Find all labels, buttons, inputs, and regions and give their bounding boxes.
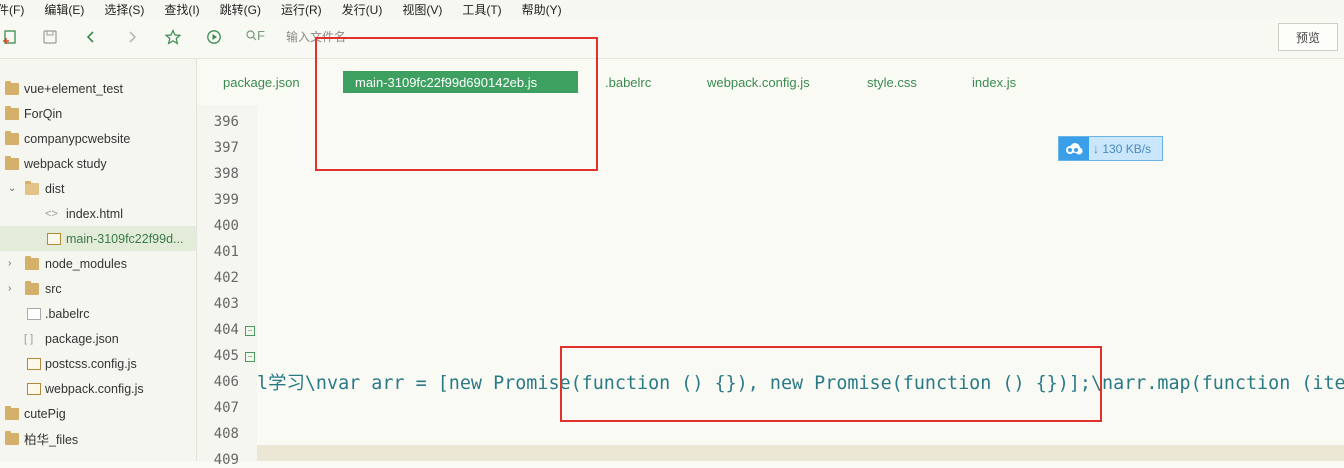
- line-number: 406: [213, 374, 239, 390]
- menu-publish[interactable]: 发行(U): [342, 1, 383, 18]
- line-number: 396: [213, 114, 239, 130]
- tree-item-postcss-config[interactable]: postcss.config.js: [0, 351, 196, 376]
- back-icon[interactable]: [81, 27, 101, 47]
- js-file-icon: [27, 382, 41, 395]
- menu-run[interactable]: 运行(R): [281, 1, 322, 18]
- tree-item-node-modules[interactable]: › node_modules: [0, 251, 196, 276]
- tree-item-src[interactable]: › src: [0, 276, 196, 301]
- download-speed: ↓ 130 KB/s: [1093, 142, 1151, 156]
- menu-goto[interactable]: 跳转(G): [220, 1, 261, 18]
- download-speed-value: 130 KB/s: [1102, 141, 1152, 156]
- folder-icon: [5, 130, 19, 145]
- line-number: 397: [213, 140, 239, 156]
- forward-icon[interactable]: [122, 27, 142, 47]
- star-icon[interactable]: [163, 27, 183, 47]
- menu-file[interactable]: 件(F): [0, 1, 24, 18]
- tab-webpack-config[interactable]: webpack.config.js: [707, 71, 810, 93]
- line-number: 400: [213, 218, 239, 234]
- cloud-download-icon: [1059, 137, 1089, 160]
- tree-item-vue-element-test[interactable]: vue+element_test: [0, 76, 196, 101]
- chevron-down-icon[interactable]: ⌄: [8, 183, 16, 194]
- menu-view[interactable]: 视图(V): [402, 1, 442, 18]
- menu-edit[interactable]: 编辑(E): [44, 1, 84, 18]
- folder-icon: [25, 280, 39, 295]
- folder-open-icon: [25, 180, 39, 195]
- chevron-right-icon[interactable]: ›: [8, 258, 11, 269]
- folder-icon: [5, 430, 19, 445]
- line-number: 401: [213, 244, 239, 260]
- download-speed-badge[interactable]: ↓ 130 KB/s: [1058, 136, 1163, 161]
- new-file-icon[interactable]: [0, 27, 20, 47]
- tree-item-babelrc[interactable]: .babelrc: [0, 301, 196, 326]
- menu-tools[interactable]: 工具(T): [462, 1, 501, 18]
- search-mode-label: F: [257, 28, 265, 43]
- tree-item-cutepig[interactable]: cutePig: [0, 401, 196, 426]
- tree-item-webpack-config[interactable]: webpack.config.js: [0, 376, 196, 401]
- menu-bar: 件(F) 编辑(E) 选择(S) 查找(I) 跳转(G) 运行(R) 发行(U)…: [0, 0, 1344, 18]
- menu-find[interactable]: 查找(I): [164, 1, 199, 18]
- js-file-icon: [47, 232, 61, 245]
- project-tree: vue+element_test ForQin companypcwebsite…: [0, 59, 197, 461]
- line-number: 398: [213, 166, 239, 182]
- arrow-down-icon: ↓: [1093, 141, 1103, 156]
- tree-item-index-html[interactable]: <> index.html: [0, 201, 196, 226]
- menu-select[interactable]: 选择(S): [104, 1, 144, 18]
- tab-style-css[interactable]: style.css: [867, 71, 917, 93]
- folder-icon: [5, 405, 19, 420]
- folder-icon: [5, 155, 19, 170]
- annotation-box-code: [560, 346, 1102, 422]
- line-number: 403: [213, 296, 239, 312]
- preview-button[interactable]: 预览: [1278, 23, 1338, 51]
- line-number: 409: [213, 452, 239, 468]
- tree-item-webpack-study[interactable]: webpack study: [0, 151, 196, 176]
- menu-help[interactable]: 帮助(Y): [522, 1, 562, 18]
- html-file-icon: <>: [45, 207, 58, 220]
- tree-item-companypcwebsite[interactable]: companypcwebsite: [0, 126, 196, 151]
- folder-icon: [5, 80, 19, 95]
- toolbar: F 预览: [0, 18, 1344, 59]
- line-number: 407: [213, 400, 239, 416]
- fold-toggle-icon[interactable]: −: [245, 326, 255, 336]
- tab-package-json[interactable]: package.json: [223, 71, 300, 93]
- folder-icon: [5, 105, 19, 120]
- chevron-right-icon[interactable]: ›: [8, 283, 11, 294]
- tree-item-main-js[interactable]: main-3109fc22f99d...: [0, 226, 196, 251]
- tree-item-package-json[interactable]: [ ] package.json: [0, 326, 196, 351]
- fold-toggle-icon[interactable]: −: [245, 352, 255, 362]
- line-number: 399: [213, 192, 239, 208]
- js-file-icon: [27, 357, 41, 370]
- json-file-icon: [ ]: [24, 332, 34, 345]
- file-icon: [27, 307, 41, 320]
- annotation-box-tab: [315, 37, 598, 171]
- tree-item-dist[interactable]: ⌄ dist: [0, 176, 196, 201]
- save-icon[interactable]: [40, 27, 60, 47]
- tree-item-forqin[interactable]: ForQin: [0, 101, 196, 126]
- folder-icon: [25, 255, 39, 270]
- line-number: 404: [213, 322, 239, 338]
- line-number: 405: [213, 348, 239, 364]
- current-line-highlight: [257, 445, 1344, 461]
- search-icon: F: [246, 28, 265, 43]
- run-icon[interactable]: [204, 27, 224, 47]
- tree-item-baihua-files[interactable]: 柏华_files: [0, 426, 196, 451]
- tab-index-js[interactable]: index.js: [972, 71, 1016, 93]
- tab-babelrc[interactable]: .babelrc: [605, 71, 651, 93]
- line-number: 408: [213, 426, 239, 442]
- line-number: 402: [213, 270, 239, 286]
- line-number-gutter: 396 397 398 399 400 401 402 403 404 − 40…: [197, 105, 257, 468]
